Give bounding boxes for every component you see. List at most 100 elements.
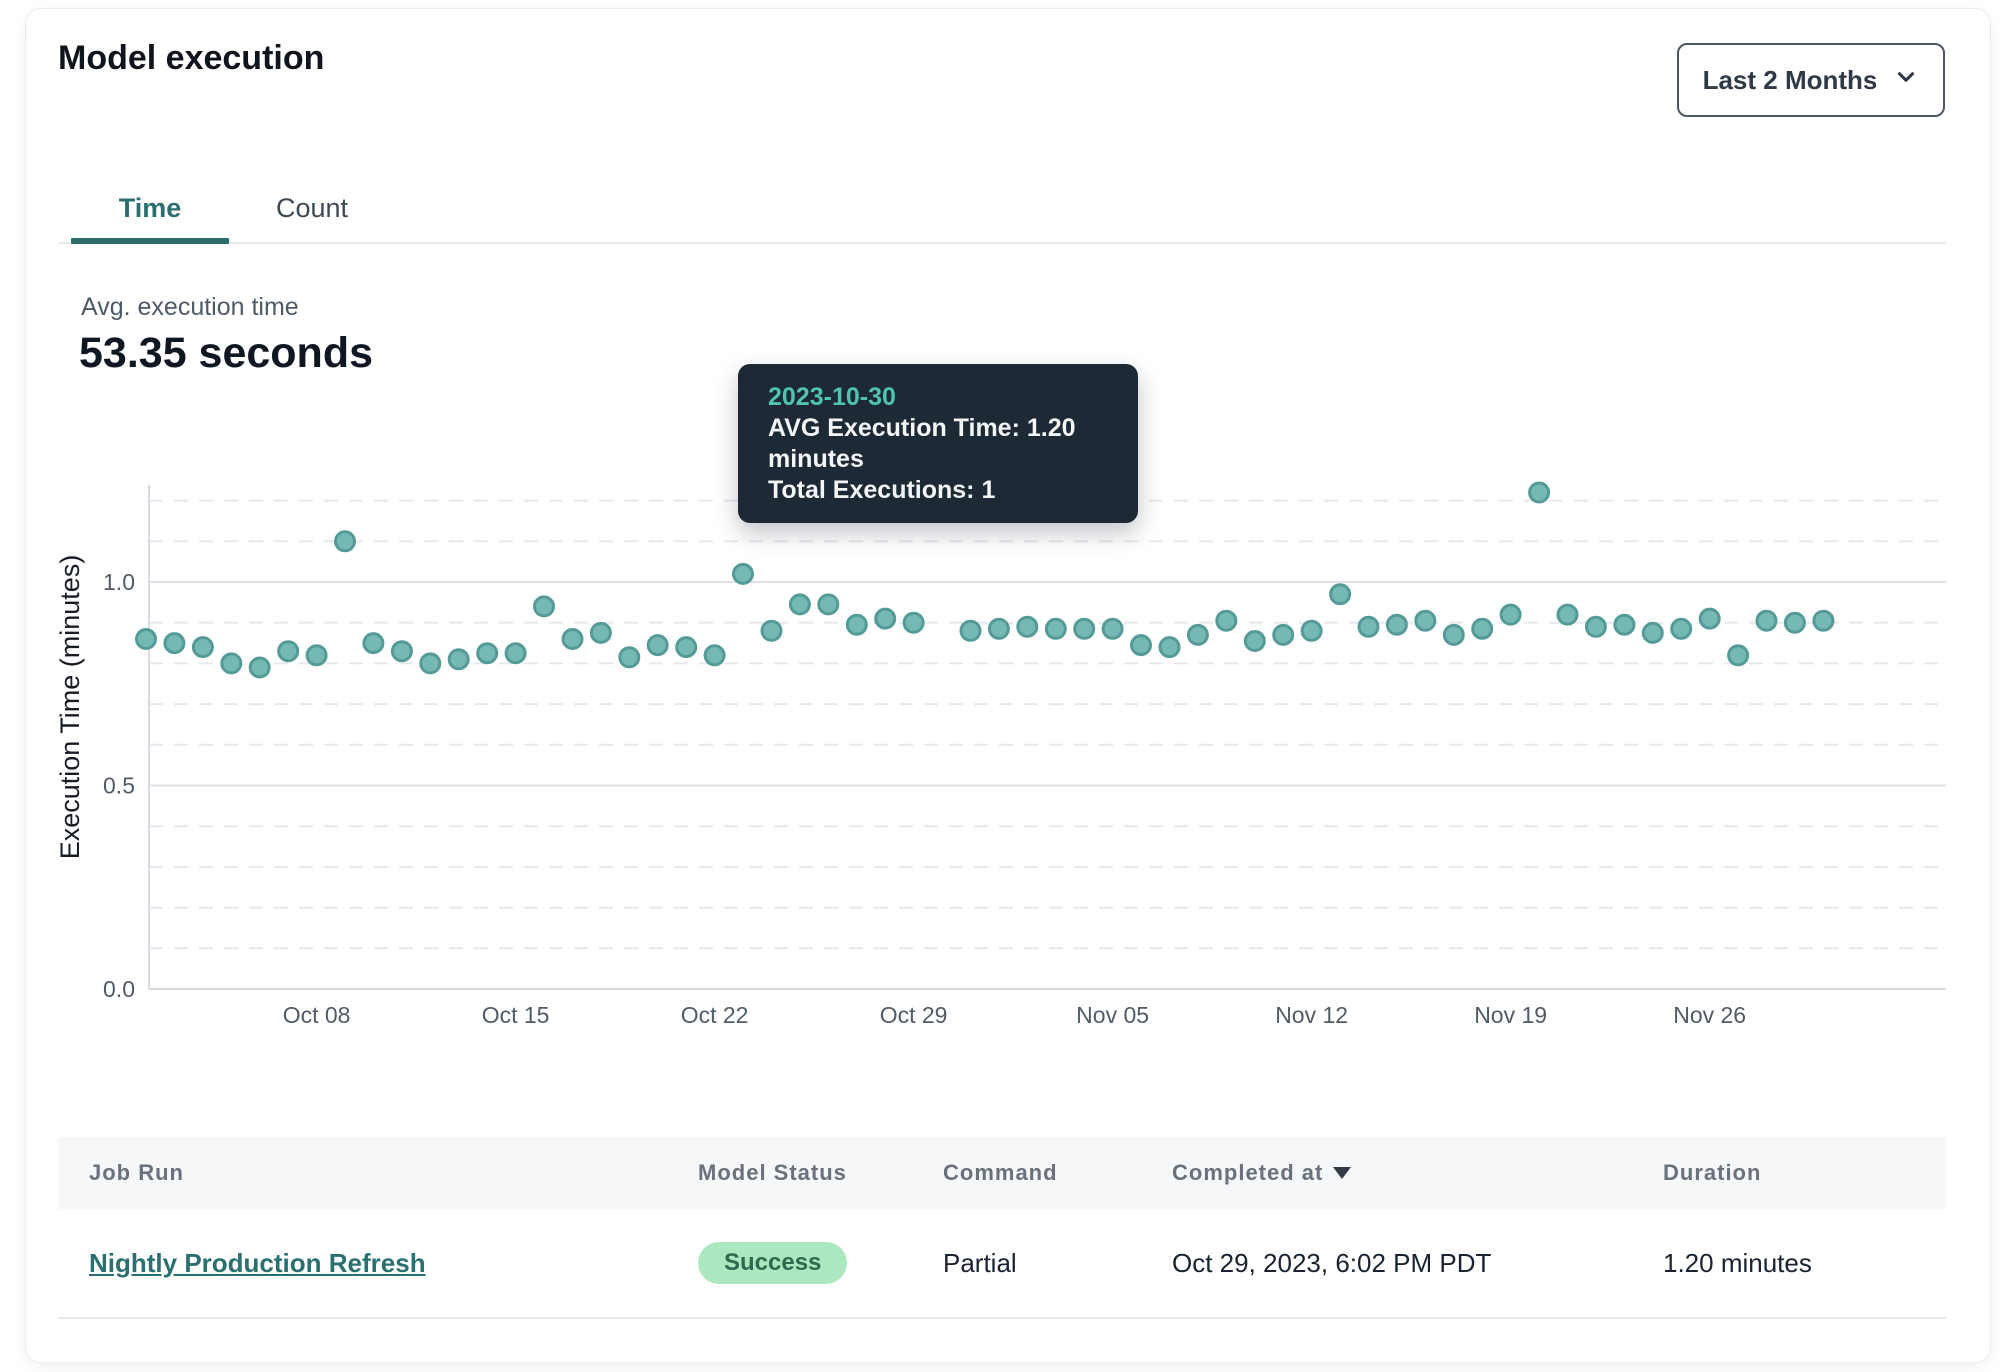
- data-point[interactable]: [1103, 619, 1122, 638]
- chevron-down-icon: [1893, 64, 1919, 97]
- data-point[interactable]: [165, 634, 184, 653]
- data-point[interactable]: [478, 644, 497, 663]
- chart-tooltip: 2023-10-30 AVG Execution Time: 1.20 minu…: [738, 364, 1138, 523]
- data-point[interactable]: [1331, 585, 1350, 604]
- page-title: Model execution: [58, 39, 324, 78]
- data-point[interactable]: [279, 642, 298, 661]
- execution-time-chart[interactable]: 0.00.51.0Execution Time (minutes)Oct 08O…: [59, 471, 1959, 1046]
- data-point[interactable]: [1302, 621, 1321, 640]
- data-point[interactable]: [535, 597, 554, 616]
- data-point[interactable]: [1501, 605, 1520, 624]
- column-header-model-status: Model Status: [698, 1160, 943, 1186]
- date-range-value: Last 2 Months: [1703, 65, 1878, 96]
- command-cell: Partial: [943, 1248, 1172, 1279]
- data-point[interactable]: [1046, 619, 1065, 638]
- y-axis-title: Execution Time (minutes): [59, 555, 85, 860]
- x-tick-label: Oct 08: [283, 1002, 351, 1028]
- data-point[interactable]: [904, 613, 923, 632]
- data-point[interactable]: [1387, 615, 1406, 634]
- tooltip-total-executions: Total Executions: 1: [768, 475, 1108, 506]
- data-point[interactable]: [1785, 613, 1804, 632]
- sort-desc-icon: [1333, 1167, 1351, 1179]
- data-point[interactable]: [1757, 611, 1776, 630]
- data-point[interactable]: [506, 644, 525, 663]
- data-point[interactable]: [1643, 623, 1662, 642]
- data-point[interactable]: [307, 646, 326, 665]
- data-point[interactable]: [989, 619, 1008, 638]
- data-point[interactable]: [790, 595, 809, 614]
- data-point[interactable]: [1416, 611, 1435, 630]
- data-point[interactable]: [762, 621, 781, 640]
- data-point[interactable]: [421, 654, 440, 673]
- duration-cell: 1.20 minutes: [1663, 1248, 1946, 1279]
- completed-at-cell: Oct 29, 2023, 6:02 PM PDT: [1172, 1248, 1663, 1279]
- data-point[interactable]: [734, 564, 753, 583]
- table-header: Job Run Model Status Command Completed a…: [58, 1137, 1946, 1209]
- data-point[interactable]: [677, 638, 696, 657]
- active-tab-underline: [71, 238, 229, 244]
- data-point[interactable]: [1188, 625, 1207, 644]
- data-point[interactable]: [392, 642, 411, 661]
- data-point[interactable]: [250, 658, 269, 677]
- data-point[interactable]: [336, 532, 355, 551]
- data-point[interactable]: [1160, 638, 1179, 657]
- x-tick-label: Nov 05: [1076, 1002, 1149, 1028]
- data-point[interactable]: [819, 595, 838, 614]
- data-point[interactable]: [1444, 625, 1463, 644]
- data-point[interactable]: [1274, 625, 1293, 644]
- x-tick-label: Nov 19: [1474, 1002, 1547, 1028]
- avg-execution-time-value: 53.35 seconds: [79, 329, 373, 378]
- data-point[interactable]: [449, 650, 468, 669]
- column-header-job-run: Job Run: [89, 1160, 698, 1186]
- x-tick-label: Nov 12: [1275, 1002, 1348, 1028]
- x-tick-label: Nov 26: [1673, 1002, 1746, 1028]
- data-point[interactable]: [1558, 605, 1577, 624]
- data-point[interactable]: [1132, 636, 1151, 655]
- column-header-completed-at[interactable]: Completed at: [1172, 1160, 1663, 1186]
- model-execution-card: Model execution Last 2 Months Time Count…: [25, 8, 1991, 1363]
- tabs-separator: [58, 242, 1946, 244]
- status-badge: Success: [698, 1242, 847, 1284]
- tab-count[interactable]: Count: [229, 177, 395, 239]
- x-tick-label: Oct 22: [681, 1002, 749, 1028]
- data-point[interactable]: [876, 609, 895, 628]
- avg-execution-time-label: Avg. execution time: [81, 293, 299, 322]
- data-point[interactable]: [591, 623, 610, 642]
- data-point[interactable]: [364, 634, 383, 653]
- data-point[interactable]: [1217, 611, 1236, 630]
- y-tick-label: 1.0: [103, 569, 135, 595]
- chart-tabs: Time Count: [71, 177, 395, 239]
- data-point[interactable]: [137, 630, 156, 649]
- tooltip-date: 2023-10-30: [768, 381, 1108, 413]
- data-point[interactable]: [1814, 611, 1833, 630]
- date-range-dropdown[interactable]: Last 2 Months: [1677, 43, 1945, 117]
- data-point[interactable]: [1245, 632, 1264, 651]
- tab-time[interactable]: Time: [71, 177, 229, 239]
- data-point[interactable]: [847, 615, 866, 634]
- data-point[interactable]: [1018, 617, 1037, 636]
- data-point[interactable]: [620, 648, 639, 667]
- data-point[interactable]: [1530, 483, 1549, 502]
- data-point[interactable]: [1672, 619, 1691, 638]
- job-run-link[interactable]: Nightly Production Refresh: [89, 1248, 426, 1278]
- data-point[interactable]: [1700, 609, 1719, 628]
- table-row: Nightly Production Refresh Success Parti…: [58, 1209, 1946, 1319]
- column-header-command: Command: [943, 1160, 1172, 1186]
- data-point[interactable]: [961, 621, 980, 640]
- data-point[interactable]: [193, 638, 212, 657]
- data-point[interactable]: [563, 630, 582, 649]
- y-tick-label: 0.5: [103, 773, 135, 799]
- data-point[interactable]: [1359, 617, 1378, 636]
- data-point[interactable]: [1729, 646, 1748, 665]
- data-point[interactable]: [1473, 619, 1492, 638]
- model-execution-screen: Model execution Last 2 Months Time Count…: [0, 0, 2016, 1372]
- data-point[interactable]: [1586, 617, 1605, 636]
- chart-area: 0.00.51.0Execution Time (minutes)Oct 08O…: [59, 471, 1959, 1046]
- data-point[interactable]: [1615, 615, 1634, 634]
- data-point[interactable]: [222, 654, 241, 673]
- x-tick-label: Oct 15: [482, 1002, 550, 1028]
- data-point[interactable]: [1075, 619, 1094, 638]
- data-point[interactable]: [705, 646, 724, 665]
- data-point[interactable]: [648, 636, 667, 655]
- tooltip-avg-execution-time: AVG Execution Time: 1.20 minutes: [768, 413, 1108, 475]
